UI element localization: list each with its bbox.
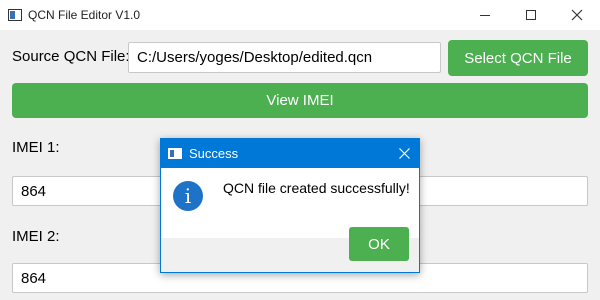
close-icon — [398, 148, 410, 159]
dialog-titlebar: Success — [161, 139, 419, 168]
dialog-message: QCN file created successfully! — [223, 180, 410, 196]
source-qcn-label: Source QCN File: — [12, 48, 130, 65]
imei1-label: IMEI 1: — [12, 139, 60, 156]
close-button[interactable] — [554, 0, 600, 30]
success-dialog: Success i QCN file created successfully!… — [160, 138, 420, 273]
window-titlebar: QCN File Editor V1.0 — [0, 0, 600, 30]
imei2-label: IMEI 2: — [12, 228, 60, 245]
source-qcn-input[interactable] — [128, 42, 441, 73]
window-title: QCN File Editor V1.0 — [28, 8, 141, 22]
close-icon — [571, 9, 583, 21]
dialog-app-icon — [168, 148, 182, 159]
dialog-close-button[interactable] — [389, 139, 419, 168]
maximize-icon — [526, 10, 536, 20]
app-icon — [8, 9, 22, 21]
select-qcn-file-button[interactable]: Select QCN File — [448, 40, 588, 76]
view-imei-button[interactable]: View IMEI — [12, 83, 588, 118]
minimize-button[interactable] — [462, 0, 508, 30]
minimize-icon — [480, 14, 490, 16]
maximize-button[interactable] — [508, 0, 554, 30]
dialog-title: Success — [189, 146, 239, 161]
ok-button[interactable]: OK — [349, 227, 409, 261]
info-icon: i — [173, 181, 203, 211]
